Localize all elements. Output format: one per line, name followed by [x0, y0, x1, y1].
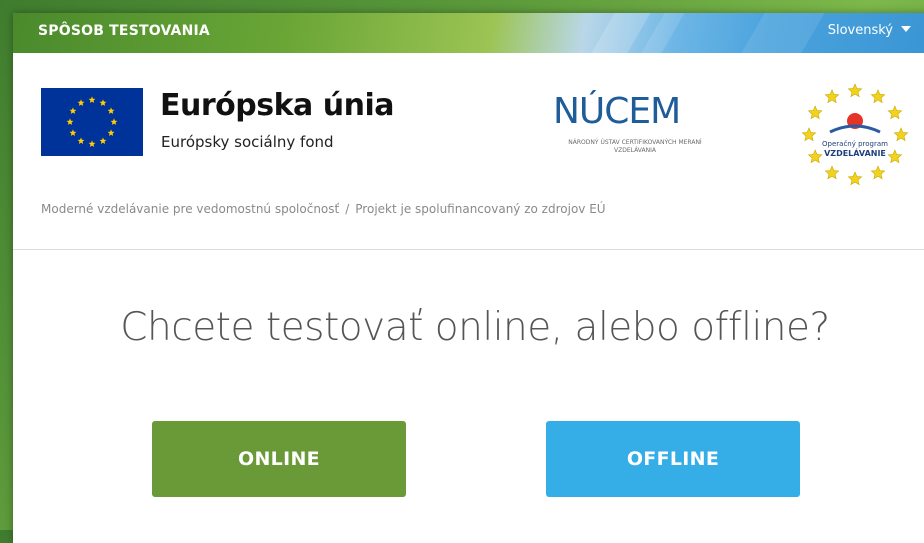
nucem-wordmark: NÚCEM — [553, 91, 681, 132]
eu-title: Európska únia — [160, 88, 394, 123]
op-line1: Operačný program — [822, 140, 888, 148]
decorative-stripe — [591, 13, 651, 53]
eu-flag-icon — [41, 88, 143, 156]
language-label: Slovenský — [827, 23, 893, 38]
decorative-stripe — [741, 13, 825, 53]
logo-bar: Európska únia Európsky sociálny fond NÚC… — [13, 53, 924, 186]
eu-stars — [66, 96, 118, 147]
op-line2: VZDELÁVANIE — [824, 147, 886, 158]
breadcrumb-right: Projekt je spolufinancovaný zo zdrojov E… — [355, 202, 606, 216]
top-bar: SPÔSOB TESTOVANIA Slovenský — [13, 13, 924, 53]
question-heading: Chcete testovať online, alebo offline? — [120, 305, 830, 350]
breadcrumb-left: Moderné vzdelávanie pre vedomostnú spolo… — [41, 202, 340, 216]
breadcrumb-separator: / — [345, 202, 350, 216]
online-button[interactable]: ONLINE — [152, 421, 406, 497]
page-title: SPÔSOB TESTOVANIA — [38, 23, 210, 39]
eu-subtitle: Európsky sociálny fond — [161, 133, 334, 151]
nucem-logo: NÚCEM NÁRODNÝ ÚSTAV CERTIFIKOVANÝCH MERA… — [553, 91, 713, 171]
app-window: SPÔSOB TESTOVANIA Slovenský Európska úni… — [13, 13, 924, 543]
offline-button[interactable]: OFFLINE — [546, 421, 800, 497]
divider — [13, 249, 924, 250]
operacny-program-logo-icon: Operačný program VZDELÁVANIE — [800, 80, 910, 190]
nucem-subtitle: NÁRODNÝ ÚSTAV CERTIFIKOVANÝCH MERANÍ VZD… — [568, 139, 702, 154]
chevron-down-icon — [901, 26, 911, 32]
decorative-stripe — [641, 13, 685, 53]
language-selector[interactable]: Slovenský — [828, 23, 911, 38]
breadcrumb: Moderné vzdelávanie pre vedomostnú spolo… — [41, 202, 606, 216]
